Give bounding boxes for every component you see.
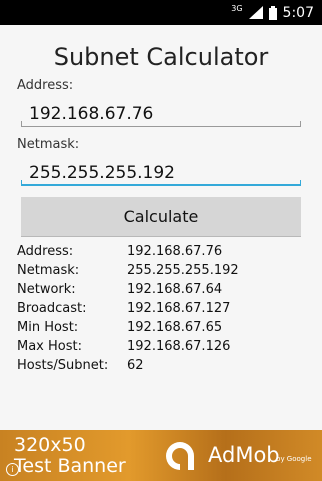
result-label: Hosts/Subnet:	[17, 358, 109, 373]
result-row-max-host: Max Host: 192.168.67.126	[17, 339, 307, 358]
result-label: Network:	[17, 282, 76, 297]
result-value: 192.168.67.64	[127, 282, 223, 297]
battery-icon	[268, 5, 277, 20]
netmask-input-value: 255.255.255.192	[29, 163, 176, 183]
netmask-input[interactable]: 255.255.255.192	[21, 156, 301, 192]
ad-banner[interactable]: 320x50 Test Banner i AdMob by Google	[0, 430, 322, 481]
app-content: Subnet Calculator Address: 192.168.67.76…	[0, 25, 322, 430]
address-input-value: 192.168.67.76	[29, 104, 154, 124]
result-value: 192.168.67.76	[127, 244, 223, 259]
page-title: Subnet Calculator	[53, 43, 269, 71]
result-value: 255.255.255.192	[127, 263, 239, 278]
admob-logo-icon	[166, 442, 194, 470]
ad-size-text: 320x50	[14, 434, 86, 456]
network-type: 3G	[231, 4, 243, 13]
result-label: Netmask:	[17, 263, 80, 278]
result-value: 62	[127, 358, 144, 373]
address-input[interactable]: 192.168.67.76	[21, 97, 301, 133]
results-list: Address: 192.168.67.76 Netmask: 255.255.…	[17, 244, 307, 377]
result-row-netmask: Netmask: 255.255.255.192	[17, 263, 307, 282]
signal-icon	[248, 6, 263, 19]
info-icon[interactable]: i	[6, 463, 19, 476]
result-label: Max Host:	[17, 339, 82, 354]
address-input-underline	[21, 121, 301, 127]
result-row-network: Network: 192.168.67.64	[17, 282, 307, 301]
calculate-button[interactable]: Calculate	[21, 197, 301, 237]
status-bar: 3G 5:07	[0, 0, 322, 25]
result-row-address: Address: 192.168.67.76	[17, 244, 307, 263]
result-row-broadcast: Broadcast: 192.168.67.127	[17, 301, 307, 320]
netmask-input-underline	[21, 180, 301, 186]
result-label: Address:	[17, 244, 74, 259]
result-row-min-host: Min Host: 192.168.67.65	[17, 320, 307, 339]
result-value: 192.168.67.65	[127, 320, 223, 335]
result-value: 192.168.67.126	[127, 339, 231, 354]
status-icons: 3G 5:07	[231, 0, 314, 25]
result-label: Min Host:	[17, 320, 79, 335]
address-label: Address:	[17, 78, 74, 93]
by-google-text: by Google	[276, 455, 312, 463]
ad-banner-text: Test Banner	[14, 455, 126, 477]
admob-brand: AdMob	[208, 443, 280, 467]
result-label: Broadcast:	[17, 301, 87, 316]
netmask-label: Netmask:	[17, 137, 80, 152]
result-value: 192.168.67.127	[127, 301, 231, 316]
clock: 5:07	[282, 4, 314, 21]
result-row-hosts-subnet: Hosts/Subnet: 62	[17, 358, 307, 377]
